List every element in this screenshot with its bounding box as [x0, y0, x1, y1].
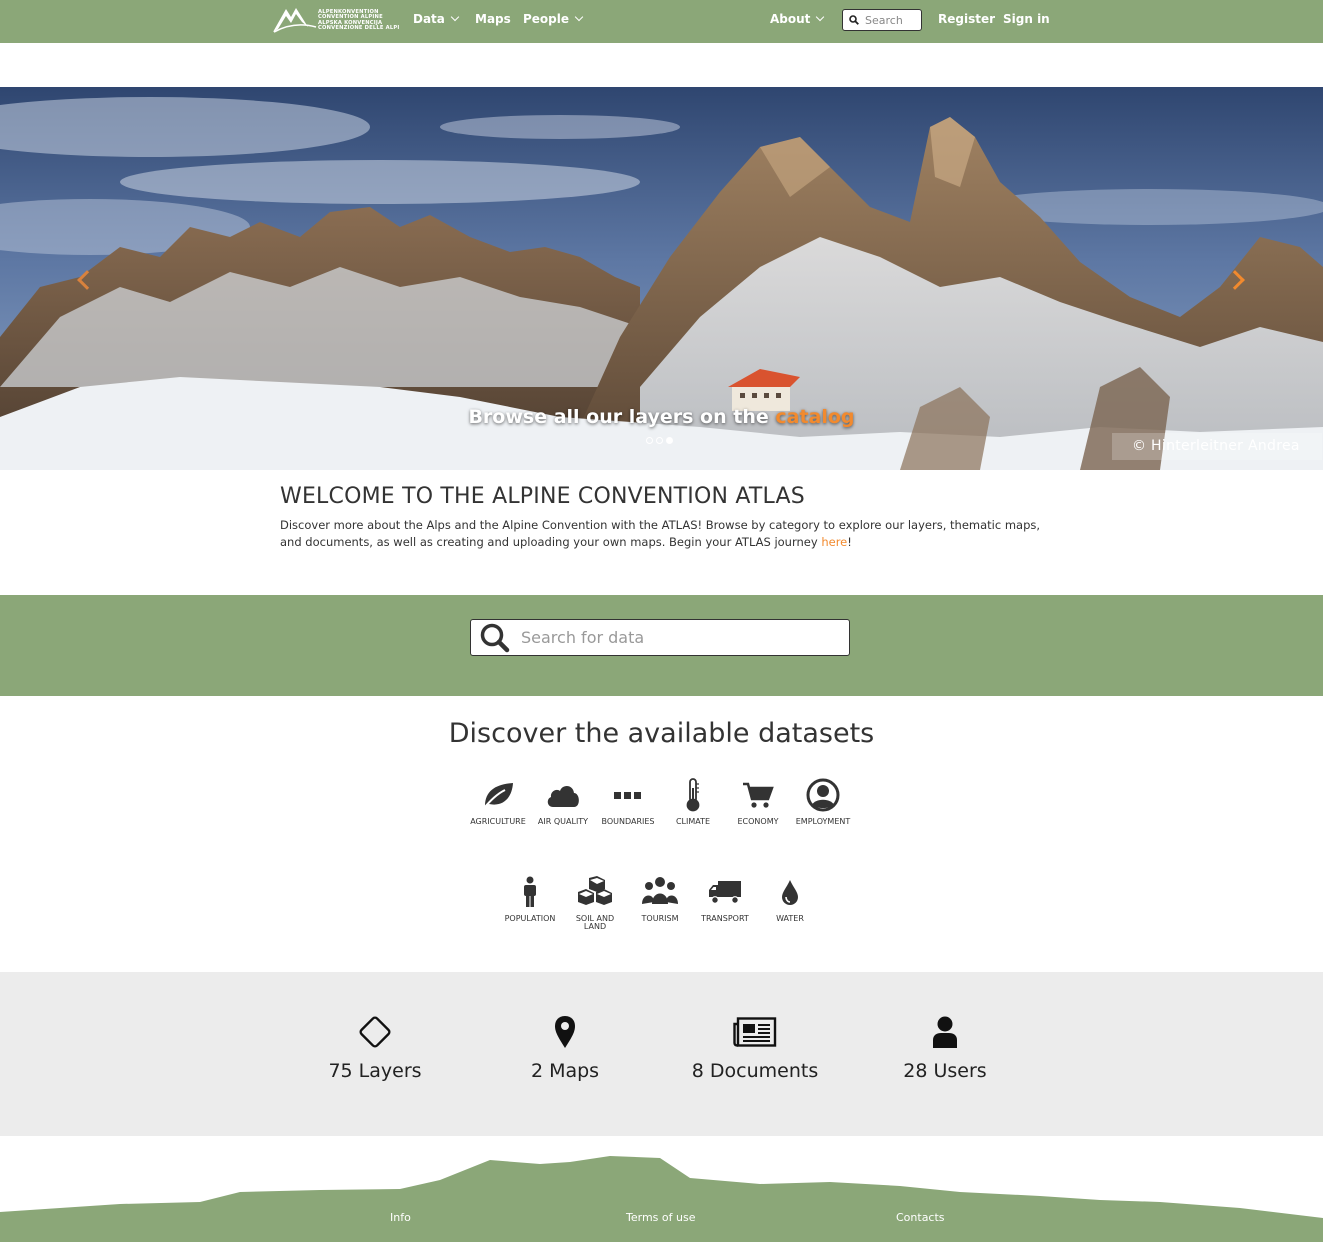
nav-people-label: People [523, 12, 570, 26]
category-label: AIR QUALITY [537, 817, 589, 826]
category-label: BOUNDARIES [601, 817, 655, 826]
category-air-quality[interactable]: AIR QUALITY [528, 778, 598, 826]
nav-about-label: About [770, 12, 811, 26]
nav-about-menu[interactable]: About [770, 12, 825, 26]
footer-info-link[interactable]: Info [390, 1211, 411, 1224]
chevron-down-icon [816, 12, 825, 22]
category-label: TRANSPORT [701, 914, 749, 923]
leaf-icon [483, 783, 513, 809]
category-label: EMPLOYMENT [795, 817, 851, 826]
category-agriculture[interactable]: AGRICULTURE [463, 778, 533, 826]
chevron-down-icon [574, 12, 584, 22]
hero-caption-text: Browse all our layers on the [468, 406, 776, 428]
photo-credit: © Hinterleitner Andrea [1112, 433, 1322, 460]
stats-band: 75 Layers 2 Maps 8 Documents 28 Users [0, 972, 1323, 1136]
stat-layers[interactable]: 75 Layers [285, 1014, 465, 1082]
data-search-input[interactable] [521, 628, 821, 647]
nav-maps-link[interactable]: Maps [475, 12, 511, 26]
newspaper-icon [733, 1017, 777, 1047]
top-navbar: ALPENKONVENTION CONVENTION ALPINE ALPSKA… [0, 0, 1323, 43]
category-label: ECONOMY [737, 817, 779, 826]
category-label: TOURISM [641, 914, 679, 923]
category-transport[interactable]: TRANSPORT [690, 875, 760, 923]
category-label: WATER [776, 914, 804, 923]
stat-label: 2 Maps [530, 1060, 600, 1082]
register-link[interactable]: Register [938, 12, 995, 26]
user-icon [933, 1016, 957, 1048]
drop-icon [782, 880, 798, 905]
cart-icon [743, 782, 774, 808]
welcome-suffix: ! [847, 535, 852, 549]
thermometer-icon [686, 778, 700, 812]
cloud-icon [547, 785, 579, 807]
footer-terms-link[interactable]: Terms of use [626, 1211, 695, 1224]
user-circle-icon [806, 778, 840, 812]
footer-contacts-link[interactable]: Contacts [896, 1211, 945, 1224]
person-icon [524, 876, 536, 907]
here-link[interactable]: here [821, 535, 847, 549]
nav-search-box[interactable] [842, 9, 922, 31]
data-search-box[interactable] [470, 619, 850, 656]
register-label: Register [938, 12, 996, 26]
hero-carousel: Browse all our layers on the catalog © H… [0, 87, 1323, 470]
category-economy[interactable]: ECONOMY [723, 778, 793, 826]
category-label: AGRICULTURE [470, 817, 526, 826]
nav-search-input[interactable] [865, 13, 921, 27]
stat-maps[interactable]: 2 Maps [475, 1014, 655, 1082]
search-icon [480, 623, 510, 652]
nav-data-label: Data [413, 12, 445, 26]
chevron-down-icon [450, 12, 460, 22]
stat-label: 28 Users [903, 1060, 987, 1082]
signin-link[interactable]: Sign in [1003, 12, 1050, 26]
category-label: POPULATION [504, 914, 556, 923]
nav-maps-label: Maps [475, 12, 511, 26]
category-climate[interactable]: CLIMATE [658, 778, 728, 826]
stat-documents[interactable]: 8 Documents [665, 1014, 845, 1082]
carousel-dot[interactable] [646, 437, 653, 444]
category-label: SOIL AND LAND [575, 914, 615, 931]
logo-text: ALPENKONVENTION CONVENTION ALPINE ALPSKA… [318, 9, 400, 31]
nav-people-menu[interactable]: People [523, 12, 584, 26]
nav-data-menu[interactable]: Data [413, 12, 460, 26]
ellipsis-icon [614, 792, 641, 799]
category-tourism[interactable]: TOURISM [625, 875, 695, 923]
diamond-icon [359, 1016, 391, 1048]
carousel-dot[interactable] [656, 437, 663, 444]
alpine-convention-logo[interactable]: ALPENKONVENTION CONVENTION ALPINE ALPSKA… [272, 5, 402, 35]
category-employment[interactable]: EMPLOYMENT [788, 778, 858, 826]
group-icon [642, 877, 678, 904]
category-soil-and-land[interactable]: SOIL AND LAND [560, 875, 630, 931]
carousel-dot-active[interactable] [666, 437, 673, 444]
logo-line: CONVENZIONE DELLE ALPI [318, 24, 400, 31]
footer: Info Terms of use Contacts [0, 1136, 1323, 1242]
welcome-title: WELCOME TO THE ALPINE CONVENTION ATLAS [280, 484, 805, 509]
mountain-silhouette [0, 1156, 1323, 1242]
category-water[interactable]: WATER [755, 875, 825, 923]
catalog-link[interactable]: catalog [775, 406, 854, 428]
category-label: CLIMATE [675, 817, 711, 826]
category-boundaries[interactable]: BOUNDARIES [593, 778, 663, 826]
map-marker-icon [555, 1016, 575, 1048]
datasets-title: Discover the available datasets [448, 718, 875, 749]
signin-label: Sign in [1003, 12, 1050, 26]
category-population[interactable]: POPULATION [495, 875, 565, 923]
mountain-logo-icon [273, 8, 317, 33]
search-band [0, 595, 1323, 696]
stat-label: 75 Layers [328, 1060, 422, 1082]
cubes-icon [578, 876, 612, 905]
search-icon [849, 15, 859, 25]
stat-users[interactable]: 28 Users [855, 1014, 1035, 1082]
stat-label: 8 Documents [691, 1060, 819, 1082]
welcome-text: Discover more about the Alps and the Alp… [280, 517, 1050, 551]
carousel-indicators [646, 437, 673, 444]
hero-caption: Browse all our layers on the catalog [0, 406, 1323, 428]
welcome-body: Discover more about the Alps and the Alp… [280, 518, 1041, 549]
truck-icon [709, 881, 741, 904]
